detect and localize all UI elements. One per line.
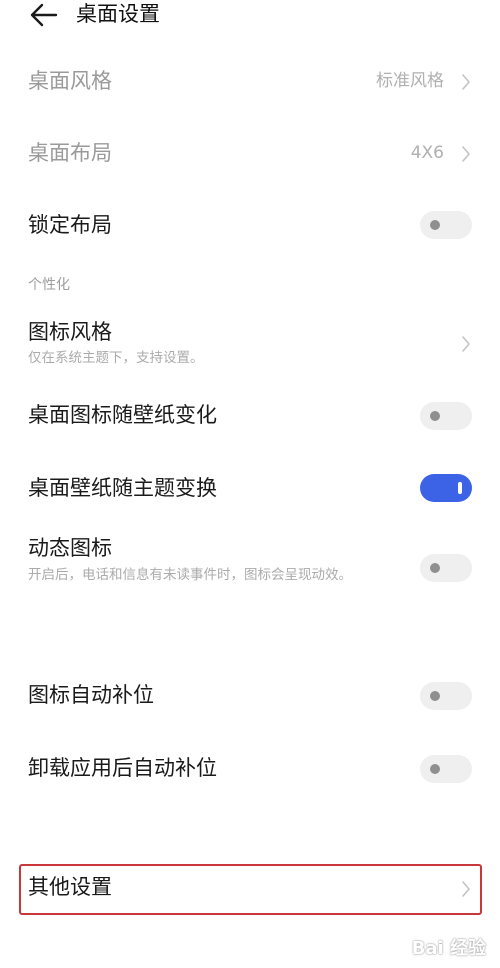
arrow-left-icon[interactable] (28, 2, 58, 28)
uninstall-auto-fill-toggle[interactable] (420, 755, 472, 783)
toggle-knob (430, 220, 440, 230)
dynamic-icon-row: 动态图标 开启后，电话和信息有未读事件时，图标会呈现动效。 (0, 534, 500, 610)
chevron-right-icon (462, 74, 470, 90)
dynamic-icon-description: 开启后，电话和信息有未读事件时，图标会呈现动效。 (28, 567, 352, 583)
toggle-knob (458, 482, 462, 494)
lock-layout-toggle[interactable] (420, 211, 472, 239)
icon-follow-wallpaper-toggle[interactable] (420, 402, 472, 430)
desktop-layout-row[interactable]: 桌面布局 4X6 (0, 135, 500, 175)
toggle-knob (430, 563, 440, 573)
page-title: 桌面设置 (76, 2, 160, 26)
toggle-knob (430, 691, 440, 701)
icon-style-label: 图标风格 (28, 320, 112, 344)
chevron-right-icon (462, 146, 470, 162)
other-settings-row[interactable]: 其他设置 (0, 867, 500, 913)
toggle-knob (430, 411, 440, 421)
section-personalize-title: 个性化 (28, 277, 70, 293)
top-bar: 桌面设置 (0, 0, 500, 34)
other-settings-label: 其他设置 (28, 875, 112, 899)
watermark-logo: Bai 经验 (411, 938, 486, 959)
wallpaper-follow-theme-toggle[interactable] (420, 474, 472, 502)
icon-auto-fill-label: 图标自动补位 (28, 683, 154, 707)
desktop-layout-label: 桌面布局 (28, 141, 112, 165)
icon-follow-wallpaper-row: 桌面图标随壁纸变化 (0, 397, 500, 437)
desktop-layout-value: 4X6 (410, 143, 444, 163)
desktop-style-row[interactable]: 桌面风格 标准风格 (0, 62, 500, 102)
uninstall-auto-fill-label: 卸载应用后自动补位 (28, 756, 217, 780)
icon-auto-fill-toggle[interactable] (420, 682, 472, 710)
chevron-right-icon (462, 336, 470, 352)
wallpaper-follow-theme-label: 桌面壁纸随主题变换 (28, 476, 217, 500)
lock-layout-label: 锁定布局 (28, 213, 112, 237)
icon-auto-fill-row: 图标自动补位 (0, 677, 500, 717)
lock-layout-row: 锁定布局 (0, 206, 500, 246)
toggle-knob (430, 764, 440, 774)
icon-style-description: 仅在系统主题下，支持设置。 (28, 350, 204, 366)
chevron-right-icon (462, 881, 470, 897)
icon-style-row[interactable]: 图标风格 仅在系统主题下，支持设置。 (0, 316, 500, 372)
desktop-style-label: 桌面风格 (28, 69, 112, 93)
desktop-style-value: 标准风格 (376, 71, 444, 91)
uninstall-auto-fill-row: 卸载应用后自动补位 (0, 750, 500, 790)
dynamic-icon-toggle[interactable] (420, 554, 472, 582)
icon-follow-wallpaper-label: 桌面图标随壁纸变化 (28, 403, 217, 427)
wallpaper-follow-theme-row: 桌面壁纸随主题变换 (0, 470, 500, 510)
dynamic-icon-label: 动态图标 (28, 536, 112, 560)
